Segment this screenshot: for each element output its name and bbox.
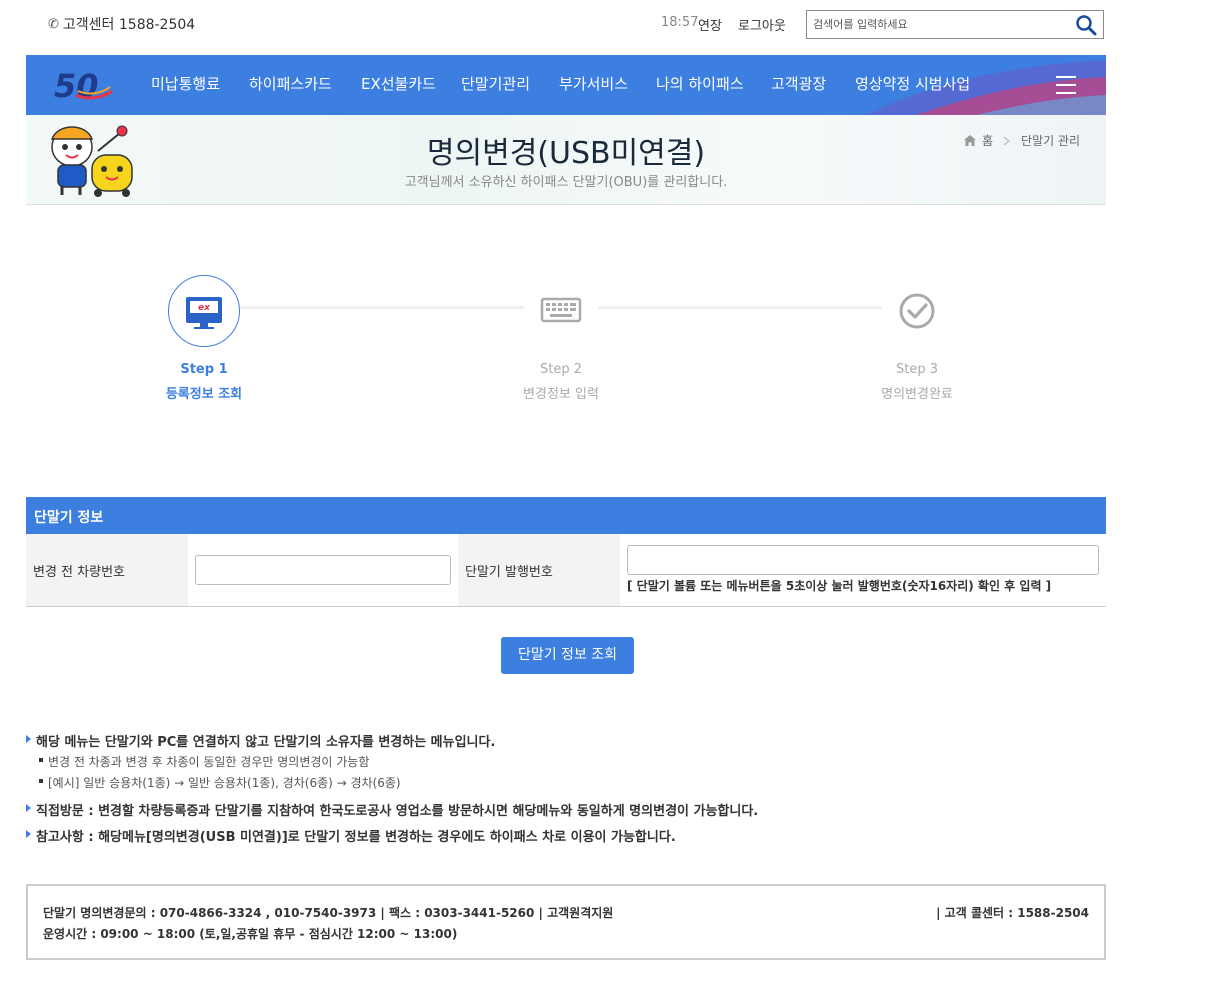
search-icon[interactable] bbox=[1075, 14, 1097, 36]
monitor-ex-icon: ex bbox=[186, 297, 222, 329]
call-center: | 고객 콜센터 : 1588-2504 bbox=[936, 906, 1089, 920]
phone-icon: ✆ bbox=[48, 16, 59, 32]
note-sub-example: [예시] 일반 승용차(1종) → 일반 승용차(1종), 경차(6종) → 경… bbox=[39, 776, 401, 790]
step-1-name: 등록정보 조회 bbox=[165, 387, 243, 402]
nav-item-terminal-management[interactable]: 단말기관리 bbox=[461, 73, 530, 94]
step-2-indicator bbox=[526, 275, 596, 345]
nav-item-additional-services[interactable]: 부가서비스 bbox=[559, 73, 628, 94]
search-input[interactable] bbox=[807, 11, 1074, 38]
site-logo[interactable]: 50 bbox=[52, 63, 114, 105]
breadcrumb-home[interactable]: 홈 bbox=[982, 132, 993, 149]
section-title: 단말기 정보 bbox=[26, 497, 1106, 534]
obu-serial-input[interactable] bbox=[627, 545, 1099, 575]
note-menu-description: 해당 메뉴는 단말기와 PC를 연결하지 않고 단말기의 소유자를 변경하는 메… bbox=[25, 731, 495, 750]
search-box bbox=[806, 10, 1104, 39]
nav-item-hipass-card[interactable]: 하이패스카드 bbox=[249, 73, 332, 94]
obu-serial-label: 단말기 발행번호 bbox=[458, 534, 620, 606]
extend-session-link[interactable]: 연장 bbox=[698, 15, 722, 34]
step-2-name: 변경정보 입력 bbox=[523, 387, 599, 402]
step-connector-2 bbox=[598, 306, 882, 309]
step-connector-1 bbox=[240, 306, 524, 309]
main-navigation: 50 미납통행료 하이패스카드 EX선불카드 단말기관리 부가서비스 나의 하이… bbox=[26, 55, 1106, 115]
session-timer: 18:57 bbox=[661, 15, 699, 30]
top-utility-bar: ✆ 고객센터 1588-2504 18:57 연장 로그아웃 bbox=[0, 0, 1221, 55]
hamburger-icon[interactable] bbox=[1056, 76, 1076, 94]
page-title: 명의변경(USB미연결) bbox=[426, 136, 706, 171]
note-reference: 참고사항 : 해당메뉴[명의변경(USB 미연결)]로 단말기 정보를 변경하는… bbox=[26, 826, 676, 845]
chevron-right-icon bbox=[1003, 136, 1011, 145]
terminal-info-table: 변경 전 차량번호 단말기 발행번호 [ 단말기 볼륨 또는 메뉴버튼을 5초이… bbox=[26, 534, 1106, 607]
step-1-indicator: ex bbox=[168, 275, 240, 347]
page-subtitle: 고객님께서 소유하신 하이패스 단말기(OBU)를 관리합니다. bbox=[404, 175, 728, 190]
note-sub-same-vehicle-type: 변경 전 차종과 변경 후 차종이 동일한 경우만 명의변경이 가능함 bbox=[38, 755, 370, 769]
contact-line-2: 운영시간 : 09:00 ~ 18:00 (토,일,공휴일 휴무 - 점심시간 … bbox=[43, 927, 458, 941]
nav-item-customer-plaza[interactable]: 고객광장 bbox=[771, 73, 826, 94]
logo-50-icon: 50 bbox=[54, 67, 113, 105]
step-3-indicator bbox=[882, 275, 952, 345]
plate-number-input[interactable] bbox=[195, 555, 451, 585]
keyboard-icon bbox=[540, 297, 582, 323]
nav-item-my-hipass[interactable]: 나의 하이패스 bbox=[656, 73, 744, 94]
step-2-label: Step 2 bbox=[539, 362, 582, 377]
nav-item-ex-prepaid-card[interactable]: EX선불카드 bbox=[361, 73, 436, 94]
customer-center-text: 고객센터 1588-2504 bbox=[62, 17, 196, 33]
step-3-name: 명의변경완료 bbox=[881, 387, 953, 402]
breadcrumb: 홈 단말기 관리 bbox=[964, 132, 1080, 149]
plate-number-label: 변경 전 차량번호 bbox=[26, 534, 188, 606]
nav-item-video-contract-pilot[interactable]: 영상약정 시범사업 bbox=[855, 73, 970, 94]
note-direct-visit: 직접방문 : 변경할 차량등록증과 단말기를 지참하여 한국도로공사 영업소를 … bbox=[25, 800, 758, 819]
page-header: 명의변경(USB미연결) 고객님께서 소유하신 하이패스 단말기(OBU)를 관… bbox=[26, 115, 1106, 205]
nav-item-unpaid-toll[interactable]: 미납통행료 bbox=[151, 73, 220, 94]
home-icon bbox=[964, 135, 976, 146]
svg-text:ex: ex bbox=[198, 303, 211, 313]
check-circle-icon bbox=[899, 293, 935, 329]
step-3-label: Step 3 bbox=[895, 362, 938, 377]
obu-serial-note: [ 단말기 볼륨 또는 메뉴버튼을 5초이상 눌러 발행번호(숫자16자리) 확… bbox=[627, 579, 1052, 593]
logout-link[interactable]: 로그아웃 bbox=[738, 15, 786, 34]
customer-center: ✆ 고객센터 1588-2504 bbox=[48, 14, 195, 34]
terminal-info-query-button[interactable]: 단말기 정보 조회 bbox=[501, 637, 634, 674]
contact-info-box: 단말기 명의변경문의 : 070-4866-3324 , 010-7540-39… bbox=[26, 884, 1106, 960]
breadcrumb-current: 단말기 관리 bbox=[1021, 134, 1081, 148]
contact-line-1: 단말기 명의변경문의 : 070-4866-3324 , 010-7540-39… bbox=[43, 906, 614, 920]
step-1-label: Step 1 bbox=[180, 362, 228, 377]
